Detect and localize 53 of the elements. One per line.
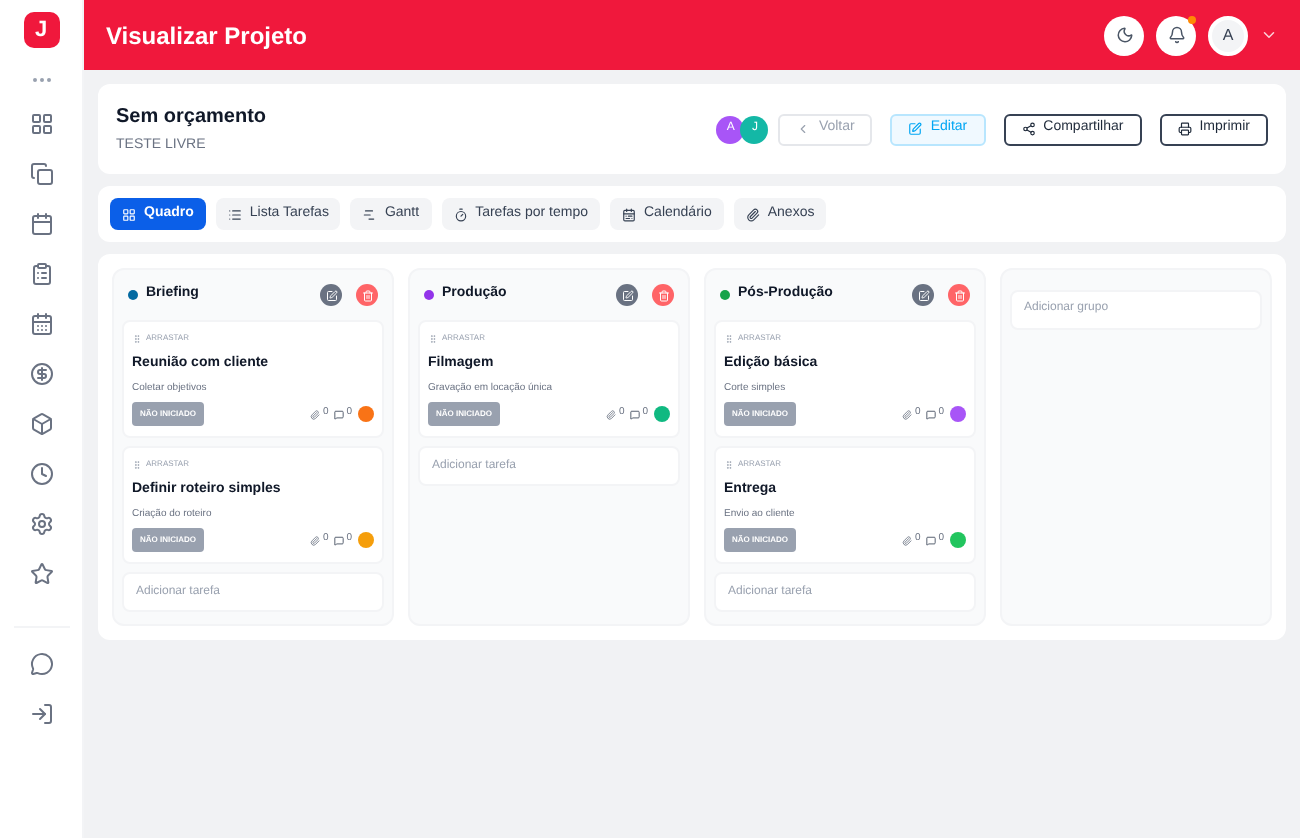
calendar-icon[interactable] [29,212,53,236]
bell-icon [1167,26,1185,44]
paperclip-icon [310,409,321,419]
delete-group-button[interactable] [948,284,970,306]
box-icon[interactable] [29,412,53,436]
logout-icon[interactable] [29,702,53,726]
grid-icon [122,207,136,221]
trash-icon [361,289,373,301]
copy-icon[interactable] [29,162,53,186]
edit-icon [917,289,929,301]
edit-icon [908,122,923,136]
paperclip-icon [902,409,913,419]
chevron-down-icon[interactable] [1260,26,1278,44]
moon-icon [1115,26,1133,44]
comment-icon [334,409,345,419]
printer-icon [1177,122,1192,136]
clock-icon[interactable] [29,462,53,486]
star-icon[interactable] [29,562,53,586]
dollar-icon[interactable] [29,362,53,386]
comment-icon [630,409,641,419]
list-icon [227,207,242,221]
paperclip-icon [310,535,321,545]
edit-icon [325,289,337,301]
trash-icon [953,289,965,301]
theme-button[interactable] [1104,15,1144,55]
user-avatar[interactable]: A [1208,15,1248,55]
app-logo[interactable]: J [23,12,59,48]
paperclip-icon [606,409,617,419]
edit-group-button[interactable] [616,284,638,306]
project-title: Sem orçamento [116,103,267,132]
chat-icon[interactable] [29,652,53,676]
grid-icon[interactable] [29,112,53,136]
calendar-icon[interactable] [29,312,53,336]
comment-icon [926,409,937,419]
paperclip-icon [902,535,913,545]
calendar-icon [622,207,636,221]
paperclip-icon [745,207,760,221]
page-title: Visualizar Projeto [106,19,307,53]
notification-button[interactable] [1156,15,1196,55]
timer-icon [453,207,468,221]
settings-icon[interactable] [29,512,53,536]
delete-group-button[interactable] [356,284,378,306]
share-icon [1021,122,1036,136]
trash-icon [657,289,669,301]
clipboard-icon[interactable] [29,262,53,286]
edit-group-button[interactable] [912,284,934,306]
delete-group-button[interactable] [652,284,674,306]
edit-group-button[interactable] [320,284,342,306]
comment-icon [334,535,345,545]
gantt-icon [362,207,377,221]
comment-icon [926,535,937,545]
chevron-left-icon [796,122,811,136]
edit-icon [621,289,633,301]
